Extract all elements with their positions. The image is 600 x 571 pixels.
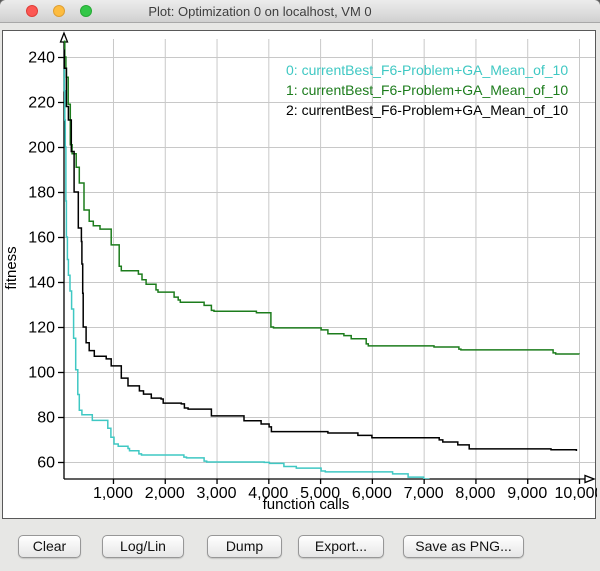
x-tick-label: 6,000 [352, 485, 392, 502]
x-tick-label: 1,000 [93, 485, 133, 502]
y-tick-label: 100 [28, 365, 55, 382]
plot-panel: 60 80 100 120 140 160 180 200 220 240 1,000 2,000 3,… [2, 30, 596, 519]
legend-entry-0: 0: currentBest_F6-Problem+GA_Mean_of_10 [286, 62, 568, 78]
y-tick-label: 160 [28, 230, 55, 247]
legend-entry-1: 1: currentBest_F6-Problem+GA_Mean_of_10 [286, 82, 568, 98]
x-tick-label: 8,000 [455, 485, 495, 502]
window-title: Plot: Optimization 0 on localhost, VM 0 [0, 0, 520, 22]
plot-window: Plot: Optimization 0 on localhost, VM 0 … [0, 0, 600, 571]
x-tick-label: 3,000 [197, 485, 237, 502]
axes [58, 33, 594, 484]
x-axis-arrow-icon [585, 476, 594, 483]
y-tick-label: 60 [37, 455, 55, 472]
y-tick-label: 80 [37, 410, 55, 427]
x-tick-label: 9,000 [507, 485, 547, 502]
legend: 0: currentBest_F6-Problem+GA_Mean_of_10 1… [286, 62, 568, 118]
x-tick-label: 10,000 [555, 485, 597, 502]
x-axis-title: function calls [263, 496, 350, 513]
clear-button[interactable]: Clear [18, 535, 81, 558]
y-tick-label: 180 [28, 185, 55, 202]
fitness-chart: 60 80 100 120 140 160 180 200 220 240 1,000 2,000 3,… [3, 31, 597, 520]
save-as-png-button[interactable]: Save as PNG... [403, 535, 524, 558]
log-lin-button[interactable]: Log/Lin [102, 535, 184, 558]
button-row: Clear Log/Lin Dump Export... Save as PNG… [0, 535, 600, 559]
export-button[interactable]: Export... [298, 535, 384, 558]
y-tick-label: 120 [28, 320, 55, 337]
dump-button[interactable]: Dump [207, 535, 282, 558]
legend-entry-2: 2: currentBest_F6-Problem+GA_Mean_of_10 [286, 102, 568, 118]
y-tick-label: 140 [28, 275, 55, 292]
title-bar[interactable]: Plot: Optimization 0 on localhost, VM 0 [0, 0, 600, 23]
x-tick-label: 7,000 [404, 485, 444, 502]
y-tick-label: 200 [28, 140, 55, 157]
x-tick-label: 2,000 [145, 485, 185, 502]
y-tick-label: 220 [28, 95, 55, 112]
y-tick-label: 240 [28, 50, 55, 67]
y-axis-title: fitness [3, 246, 20, 289]
